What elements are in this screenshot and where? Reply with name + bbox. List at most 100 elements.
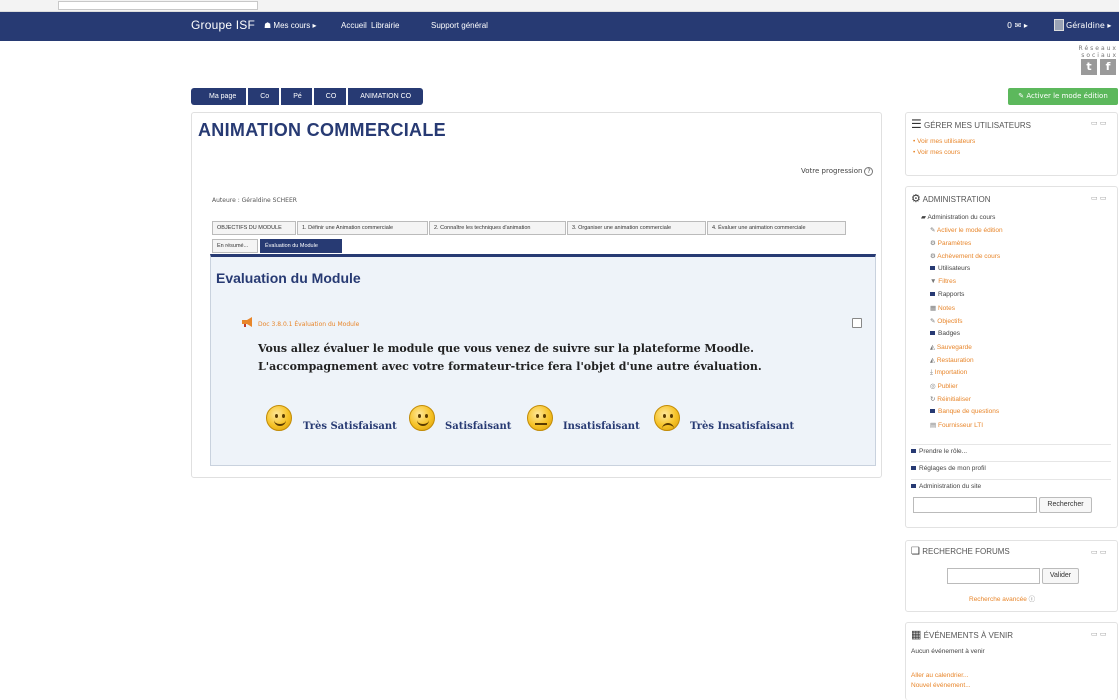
reset-icon: ↻: [930, 396, 936, 403]
very-unsatisfied-icon[interactable]: [654, 405, 680, 431]
breadcrumb-item[interactable]: CO: [313, 88, 347, 105]
admin-item-label: Activer le mode édition: [936, 227, 1003, 234]
rating-satisfied[interactable]: Satisfaisant: [445, 421, 511, 432]
link-my-courses[interactable]: • Voir mes cours: [913, 149, 960, 156]
messages-menu[interactable]: 0 ✉ ▸: [1007, 21, 1028, 30]
link-my-users-label: Voir mes utilisateurs: [917, 138, 976, 145]
tab-module-evaluation[interactable]: Évaluation du Module: [260, 239, 342, 253]
breadcrumb: Ma page Co Pé CO ANIMATION CO: [191, 88, 425, 105]
admin-search-input[interactable]: [913, 497, 1037, 513]
filter-icon: ▼: [930, 278, 937, 285]
forum-block-title: ❏ RECHERCHE FORUMS: [911, 546, 1010, 557]
tab-define[interactable]: 1. Définir une Animation commerciale: [297, 221, 428, 235]
block-controls-icon[interactable]: ▭ ▭: [1091, 119, 1106, 127]
rating-very-unsatisfied[interactable]: Très Insatisfaisant: [690, 421, 794, 432]
rating-very-satisfied[interactable]: Très Satisfaisant: [303, 421, 397, 432]
admin-item-badges[interactable]: Badges: [930, 330, 960, 337]
admin-item-reports[interactable]: Rapports: [930, 291, 964, 298]
forum-search-input[interactable]: [947, 568, 1040, 584]
tab-summary[interactable]: En résumé...: [212, 239, 258, 253]
new-event-link[interactable]: Nouvel événement...: [911, 682, 971, 689]
completion-checkbox[interactable]: [852, 318, 862, 328]
advanced-search-label: Recherche avancée: [969, 596, 1027, 603]
evaluation-message-line2: L'accompagnement avec votre formateur-tr…: [258, 360, 762, 373]
switch-role[interactable]: Prendre le rôle...: [911, 444, 1111, 455]
user-menu[interactable]: Géraldine ▸: [1066, 21, 1111, 30]
admin-item-lti[interactable]: ▤ Fournisseur LTI: [930, 421, 983, 429]
advanced-search-link[interactable]: Recherche avancée ⓘ: [969, 593, 1035, 603]
nav-library[interactable]: Librairie: [371, 21, 399, 30]
admin-item-settings[interactable]: ⚙ Paramètres: [930, 239, 971, 247]
breadcrumb-item[interactable]: Co: [248, 88, 280, 105]
admin-item-backup[interactable]: ◭ Sauvegarde: [930, 343, 972, 351]
progress-text: Votre progression: [801, 167, 863, 175]
admin-item-label: Fournisseur LTI: [937, 422, 984, 429]
admin-item-label: Importation: [934, 369, 968, 376]
twitter-icon[interactable]: t: [1081, 59, 1097, 75]
block-controls-icon[interactable]: ▭ ▭: [1091, 194, 1106, 202]
nav-my-courses[interactable]: ☗ Mes cours ▸: [264, 21, 317, 30]
admin-item-filters[interactable]: ▼ Filtres: [930, 278, 956, 285]
rating-unsatisfied[interactable]: Insatisfaisant: [563, 421, 640, 432]
help-icon[interactable]: ?: [864, 167, 874, 176]
admin-item-question-bank[interactable]: Banque de questions: [930, 408, 999, 415]
very-satisfied-icon[interactable]: [266, 405, 292, 431]
folder-icon: [930, 266, 935, 270]
admin-item-label: Filtres: [938, 278, 956, 285]
nav-support[interactable]: Support général: [431, 21, 488, 30]
folder-icon: [911, 466, 916, 470]
megaphone-icon: [242, 317, 252, 327]
admin-item-publish[interactable]: ◎ Publier: [930, 382, 958, 390]
admin-item-outcomes[interactable]: ✎ Objectifs: [930, 317, 963, 325]
link-my-courses-label: Voir mes cours: [917, 149, 961, 156]
folder-icon: [911, 484, 916, 488]
admin-block-title-text: ADMINISTRATION: [922, 195, 991, 204]
admin-item-users[interactable]: Utilisateurs: [930, 265, 970, 272]
admin-item-label: Objectifs: [937, 318, 963, 325]
admin-item-reset[interactable]: ↻ Réinitialiser: [930, 395, 971, 403]
tab-evaluate[interactable]: 4. Évaluer une animation commerciale: [707, 221, 846, 235]
tab-objectives[interactable]: OBJECTIFS DU MODULE: [212, 221, 296, 235]
tab-organize[interactable]: 3. Organiser une animation commerciale: [567, 221, 706, 235]
block-controls-icon[interactable]: ▭ ▭: [1091, 630, 1106, 638]
edit-icon: ✎: [1018, 92, 1025, 100]
brand-link[interactable]: Groupe ISF: [191, 18, 255, 32]
admin-item-edit-mode[interactable]: ✎ Activer le mode édition: [930, 226, 1003, 234]
avatar[interactable]: [1054, 19, 1064, 31]
backup-icon: ◭: [930, 344, 935, 351]
events-block-title: ▦ ÉVÉNEMENTS À VENIR: [911, 628, 1013, 641]
list-icon: ☰: [911, 117, 922, 131]
admin-item-import[interactable]: ⤓ Importation: [930, 369, 967, 377]
doc-link[interactable]: Doc 3.8.0.1 Évaluation du Module: [258, 321, 359, 328]
address-bar[interactable]: [58, 1, 258, 10]
link-my-users[interactable]: • Voir mes utilisateurs: [913, 138, 975, 145]
nav-home[interactable]: Accueil: [341, 21, 367, 30]
breadcrumb-item[interactable]: Pé: [281, 88, 312, 105]
admin-search-button[interactable]: Rechercher: [1039, 497, 1092, 513]
tab-techniques[interactable]: 2. Connaître les techniques d'animation: [429, 221, 566, 235]
satisfied-icon[interactable]: [409, 405, 435, 431]
edit-mode-button[interactable]: ✎ Activer le mode édition: [1008, 88, 1118, 105]
breadcrumb-item[interactable]: ANIMATION CO: [348, 88, 424, 105]
folder-icon: [930, 409, 935, 413]
breadcrumb-item[interactable]: Ma page: [191, 88, 247, 105]
admin-item-grades[interactable]: ▦ Notes: [930, 304, 955, 312]
forum-block-title-text: RECHERCHE FORUMS: [922, 547, 1010, 556]
unsatisfied-icon[interactable]: [527, 405, 553, 431]
course-admin-node[interactable]: ▰ Administration du cours: [921, 213, 995, 221]
admin-item-restore[interactable]: ◭ Restauration: [930, 356, 974, 364]
site-administration[interactable]: Administration du site: [911, 479, 1111, 490]
folder-icon: [911, 449, 916, 453]
admin-item-label: Achèvement de cours: [937, 253, 1001, 260]
admin-item-label: Rapports: [938, 291, 965, 298]
social-label: Réseaux sociaux: [1078, 45, 1118, 59]
profile-settings[interactable]: Réglages de mon profil: [911, 461, 1111, 472]
admin-item-label: Restauration: [936, 357, 974, 364]
block-controls-icon[interactable]: ▭ ▭: [1091, 548, 1106, 556]
facebook-icon[interactable]: f: [1100, 59, 1116, 75]
calendar-link[interactable]: Aller au calendrier...: [911, 672, 968, 679]
events-block-title-text: ÉVÉNEMENTS À VENIR: [923, 631, 1013, 640]
admin-item-completion[interactable]: ⚙ Achèvement de cours: [930, 252, 1000, 260]
admin-item-label: Publier: [937, 383, 958, 390]
forum-submit-button[interactable]: Valider: [1042, 568, 1079, 584]
